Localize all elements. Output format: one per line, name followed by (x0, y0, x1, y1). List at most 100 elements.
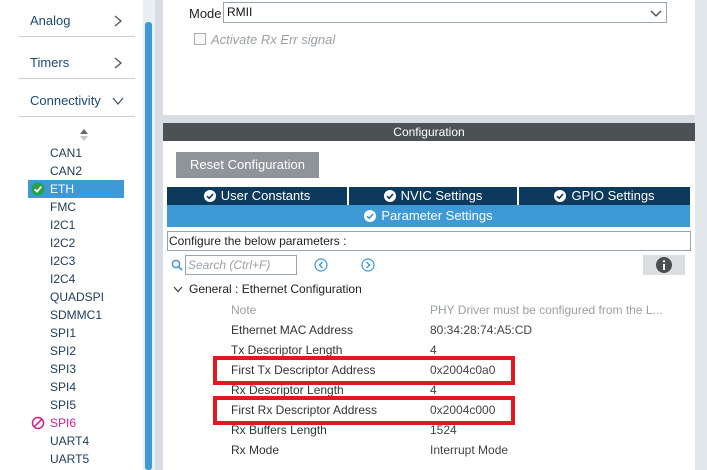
disabled-icon (31, 416, 45, 430)
check-circle-icon (554, 190, 567, 202)
parameter-value[interactable]: 1524 (430, 423, 457, 437)
info-button[interactable] (643, 255, 685, 275)
category-label: Analog (30, 13, 71, 28)
peripheral-label: UART5 (50, 452, 90, 466)
chevron-down-icon (112, 97, 124, 106)
check-circle-icon (203, 190, 216, 202)
parameter-name: Rx Descriptor Length (231, 383, 344, 397)
peripheral-item[interactable]: QUADSPI (28, 288, 128, 306)
tab-label: GPIO Settings (571, 188, 655, 203)
parameter-value[interactable]: 4 (430, 383, 437, 397)
tab-parameter-settings[interactable]: Parameter Settings (167, 205, 690, 227)
category-label: Connectivity (30, 93, 101, 108)
chevron-right-icon (114, 15, 123, 27)
check-circle-icon (383, 190, 396, 202)
mode-panel: Mode RMII Activate Rx Err signal (163, 0, 695, 115)
peripheral-item[interactable]: I2C1 (28, 216, 128, 234)
parameter-value[interactable]: PHY Driver must be configured from the L… (430, 303, 663, 317)
peripheral-item[interactable]: I2C2 (28, 234, 128, 252)
peripheral-item[interactable]: I2C4 (28, 270, 128, 288)
peripheral-label: UART4 (50, 434, 90, 448)
peripheral-item[interactable]: ETH (28, 180, 124, 198)
peripheral-item[interactable]: SPI6 (28, 414, 128, 432)
peripheral-item[interactable]: FMC (28, 198, 128, 216)
peripheral-item[interactable]: UART5 (28, 450, 128, 468)
chevron-right-icon (114, 57, 123, 69)
peripheral-item[interactable]: UART4 (28, 432, 128, 450)
chevron-down-icon (650, 10, 662, 17)
category-connectivity[interactable]: Connectivity (18, 80, 135, 117)
peripheral-label: SPI1 (50, 326, 77, 340)
peripheral-label: SDMMC1 (50, 308, 103, 322)
configure-instruction: Configure the below parameters : (167, 231, 691, 251)
settings-tabs: User Constants NVIC Settings GPIO Settin… (167, 187, 690, 205)
parameter-value[interactable]: 4 (430, 343, 437, 357)
highlight-box (213, 356, 515, 385)
rx-err-checkbox[interactable] (194, 33, 206, 45)
previous-result-icon[interactable] (314, 258, 328, 272)
peripheral-item[interactable]: CAN1 (28, 144, 128, 162)
peripheral-label: CAN2 (50, 164, 83, 178)
peripheral-item[interactable]: SPI5 (28, 396, 128, 414)
info-icon (656, 257, 672, 273)
parameter-name: Rx Mode (231, 443, 280, 457)
peripheral-label: I2C1 (50, 218, 76, 232)
chevron-down-icon[interactable] (172, 283, 184, 295)
parameter-row[interactable]: Note PHY Driver must be configured from t… (231, 300, 691, 320)
peripheral-label: SPI5 (50, 398, 77, 412)
rx-err-label: Activate Rx Err signal (211, 32, 336, 47)
panel-splitter[interactable] (163, 115, 695, 123)
peripheral-label: QUADSPI (50, 290, 105, 304)
category-timers[interactable]: Timers (18, 42, 135, 79)
right-scrollbar[interactable] (695, 0, 707, 470)
mode-value: RMII (227, 5, 253, 19)
tab-label: User Constants (220, 188, 311, 203)
parameter-value[interactable]: Interrupt Mode (430, 443, 508, 457)
categories-panel: Analog Timers Connectivity CAN1 CAN2 ETH FM… (0, 0, 155, 470)
peripheral-item[interactable]: SPI3 (28, 360, 128, 378)
peripheral-label: SPI2 (50, 344, 77, 358)
peripheral-label: I2C2 (50, 236, 76, 250)
peripheral-item[interactable]: I2C3 (28, 252, 128, 270)
check-circle-icon (364, 210, 377, 222)
parameter-name: Rx Buffers Length (231, 423, 327, 437)
peripheral-item[interactable]: SPI2 (28, 342, 128, 360)
sidebar-scrollbar-thumb[interactable] (145, 22, 152, 470)
peripheral-label: SPI4 (50, 380, 77, 394)
peripheral-item[interactable]: SPI1 (28, 324, 128, 342)
search-field[interactable] (185, 255, 297, 275)
next-result-icon[interactable] (361, 258, 375, 272)
parameter-value[interactable]: 80:34:28:74:A5:CD (430, 323, 532, 337)
tab-user-constants[interactable]: User Constants (167, 187, 347, 205)
mode-label: Mode (189, 6, 222, 21)
category-analog[interactable]: Analog (18, 0, 135, 37)
peripheral-label: I2C3 (50, 254, 76, 268)
search-input[interactable] (186, 256, 294, 274)
peripheral-label: SPI3 (50, 362, 77, 376)
peripheral-label: SPI6 (50, 416, 77, 430)
tab-nvic-settings[interactable]: NVIC Settings (349, 187, 517, 205)
peripheral-label: ETH (50, 182, 74, 196)
tab-gpio-settings[interactable]: GPIO Settings (519, 187, 690, 205)
parameter-row[interactable]: Rx Mode Interrupt Mode (231, 440, 691, 460)
category-label: Timers (30, 55, 70, 70)
peripheral-item[interactable]: CAN2 (28, 162, 128, 180)
peripheral-list: CAN1 CAN2 ETH FMC I2C1 I2C2 I2C3 I2C4 QUADSPI SDM… (28, 144, 128, 468)
tab-label: NVIC Settings (400, 188, 483, 203)
check-circle-icon (31, 182, 45, 196)
mode-select[interactable]: RMII (223, 2, 667, 23)
configuration-header: Configuration (163, 123, 695, 141)
reset-configuration-button[interactable]: Reset Configuration (176, 152, 319, 178)
peripheral-label: CAN1 (50, 146, 83, 160)
peripheral-label: I2C4 (50, 272, 76, 286)
parameter-name: Tx Descriptor Length (231, 343, 343, 357)
peripheral-label: FMC (50, 200, 76, 214)
highlight-box (213, 396, 515, 425)
sort-icon[interactable] (79, 128, 89, 142)
parameter-name: Ethernet MAC Address (231, 323, 354, 337)
parameter-name: Note (231, 303, 257, 317)
peripheral-item[interactable]: SDMMC1 (28, 306, 128, 324)
peripheral-item[interactable]: SPI4 (28, 378, 128, 396)
panel-divider[interactable] (155, 0, 163, 470)
parameter-row[interactable]: Ethernet MAC Address 80:34:28:74:A5:CD (231, 320, 691, 340)
